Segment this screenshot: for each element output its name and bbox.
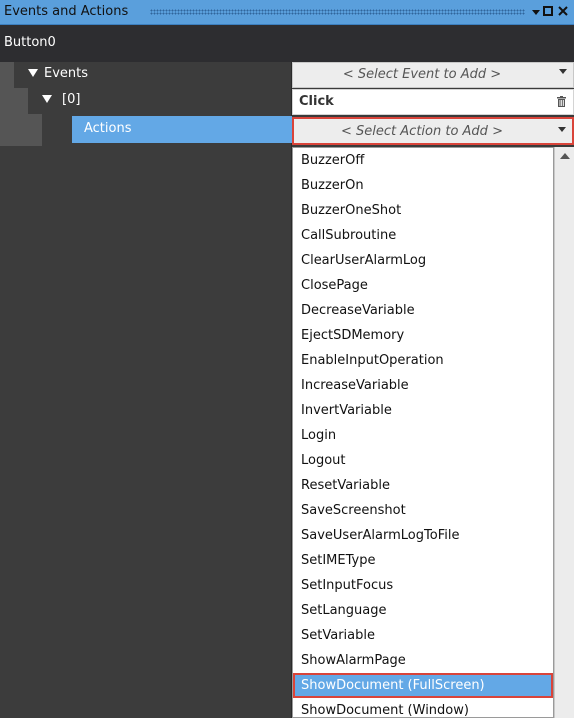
event-row-click[interactable]: Click [292, 89, 574, 115]
close-icon[interactable] [558, 3, 569, 27]
actions-label: Actions [84, 121, 132, 136]
select-action-dropdown[interactable]: < Select Action to Add > [292, 117, 574, 145]
action-option[interactable]: BuzzerOneShot [293, 198, 553, 223]
panel-title: Events and Actions [4, 4, 129, 19]
action-option[interactable]: CallSubroutine [293, 223, 553, 248]
action-option[interactable]: ShowDocument (FullScreen) [293, 673, 553, 698]
action-option[interactable]: SetVariable [293, 623, 553, 648]
action-option[interactable]: InvertVariable [293, 398, 553, 423]
action-option[interactable]: DecreaseVariable [293, 298, 553, 323]
action-options: BuzzerOff BuzzerOn BuzzerOneShot CallSubrou… [293, 148, 553, 717]
object-name: Button0 [4, 35, 56, 50]
scroll-up-icon[interactable] [560, 153, 570, 159]
chevron-down-icon[interactable] [559, 69, 567, 74]
tree-row-index[interactable]: [0] [0, 88, 292, 114]
select-event-placeholder: < Select Event to Add > [342, 67, 502, 82]
trash-icon[interactable] [557, 96, 566, 107]
select-event-dropdown[interactable]: < Select Event to Add > [292, 62, 574, 88]
action-option[interactable]: SetLanguage [293, 598, 553, 623]
tree-panel [0, 62, 292, 718]
action-dropdown-list: BuzzerOff BuzzerOn BuzzerOneShot CallSubrou… [292, 147, 554, 718]
dropdown-scrollbar[interactable] [554, 147, 574, 718]
select-action-placeholder: < Select Action to Add > [341, 124, 503, 139]
tree-gutter [0, 114, 42, 146]
tree-row-events[interactable]: Events [0, 62, 292, 88]
events-label: Events [44, 66, 89, 81]
action-option[interactable]: BuzzerOn [293, 173, 553, 198]
action-option[interactable]: SetIMEType [293, 548, 553, 573]
action-option[interactable]: SaveUserAlarmLogToFile [293, 523, 553, 548]
action-option[interactable]: ShowDocument (Window) [293, 698, 553, 717]
object-name-bar: Button0 [0, 25, 574, 62]
panel-title-bar: Events and Actions [0, 0, 574, 25]
index-label: [0] [62, 92, 81, 107]
action-option[interactable]: EnableInputOperation [293, 348, 553, 373]
event-name: Click [299, 94, 334, 109]
chevron-down-icon[interactable] [531, 3, 541, 27]
action-option[interactable]: BuzzerOff [293, 148, 553, 173]
expand-triangle-icon[interactable] [42, 93, 52, 109]
tree-row-actions[interactable]: Actions [72, 116, 292, 143]
action-option[interactable]: Login [293, 423, 553, 448]
action-option[interactable]: ClearUserAlarmLog [293, 248, 553, 273]
action-option[interactable]: SetInputFocus [293, 573, 553, 598]
action-option[interactable]: EjectSDMemory [293, 323, 553, 348]
action-option[interactable]: ResetVariable [293, 473, 553, 498]
drag-grip[interactable] [150, 9, 525, 15]
action-option[interactable]: SaveScreenshot [293, 498, 553, 523]
chevron-down-icon[interactable] [558, 127, 566, 132]
maximize-icon[interactable] [543, 3, 554, 27]
action-option[interactable]: IncreaseVariable [293, 373, 553, 398]
expand-triangle-icon[interactable] [28, 67, 38, 83]
action-option[interactable]: ClosePage [293, 273, 553, 298]
action-option[interactable]: ShowAlarmPage [293, 648, 553, 673]
action-option[interactable]: Logout [293, 448, 553, 473]
